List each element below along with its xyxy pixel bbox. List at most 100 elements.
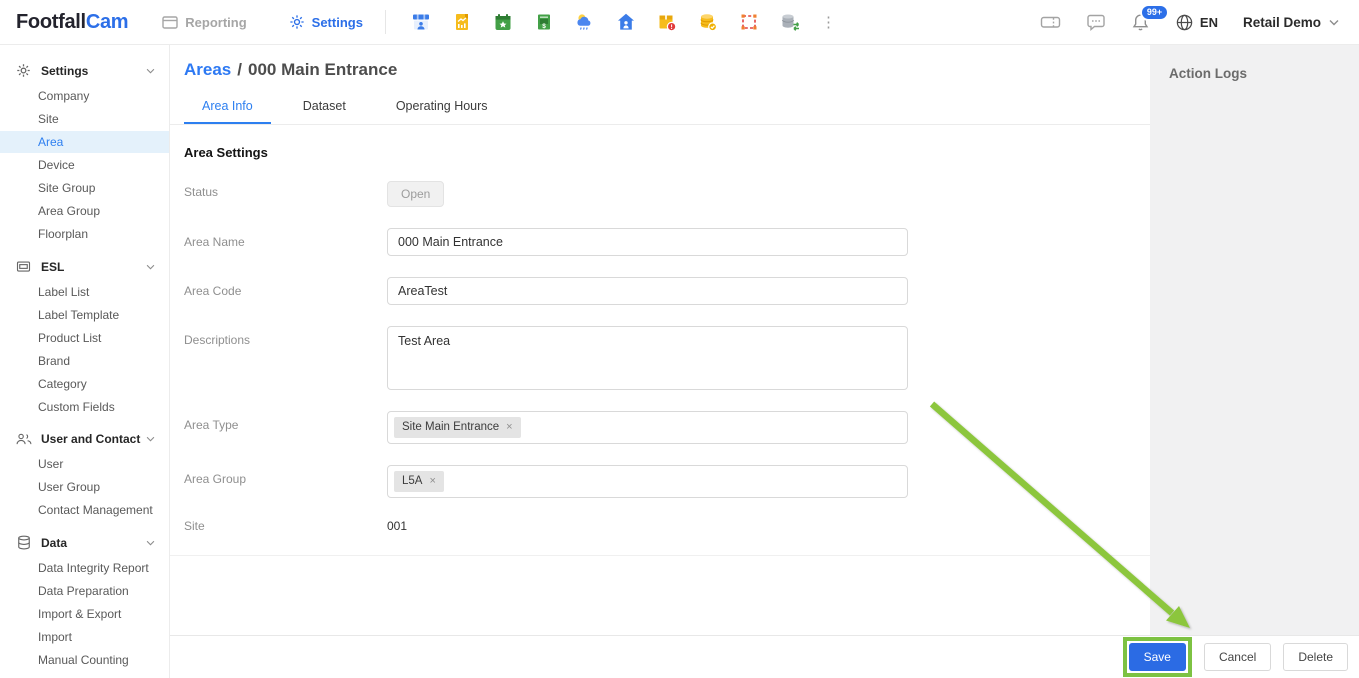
sidebar-item-site[interactable]: Site (0, 108, 169, 130)
sidebar-item-label-list[interactable]: Label List (0, 281, 169, 303)
events-calendar-icon[interactable] (493, 12, 513, 32)
language-label: EN (1200, 15, 1218, 30)
footer-bar: Save Cancel Delete (170, 635, 1359, 678)
area-group-input[interactable]: L5A × (387, 465, 908, 498)
stock-alert-icon[interactable] (657, 12, 677, 32)
app-icons-row: $ (411, 12, 800, 32)
sidebar-item-brand[interactable]: Brand (0, 350, 169, 372)
chat-icon[interactable] (1086, 13, 1106, 32)
sidebar-item-product-list[interactable]: Product List (0, 327, 169, 349)
gear-icon (289, 14, 305, 30)
chevron-down-icon (1329, 19, 1339, 26)
weather-icon[interactable] (575, 12, 595, 32)
sidebar-section-label: User and Contact (41, 432, 140, 446)
data-sync-icon[interactable] (780, 12, 800, 32)
chevron-down-icon (146, 264, 155, 270)
footfallcam-logo[interactable]: FootfallCam (16, 11, 128, 34)
descriptions-textarea[interactable]: Test Area (387, 326, 908, 390)
sidebar-section-esl[interactable]: ESL (0, 253, 169, 280)
sidebar-section-label: ESL (41, 260, 64, 274)
ticket-icon[interactable] (1040, 13, 1061, 31)
area-type-row: Area Type Site Main Entrance × (184, 411, 1150, 444)
save-highlight-box: Save (1123, 637, 1192, 677)
sales-report-icon[interactable] (452, 12, 472, 32)
sidebar-item-manual-counting[interactable]: Manual Counting (0, 649, 169, 671)
sidebar-item-import[interactable]: Import (0, 626, 169, 648)
sidebar-item-device[interactable]: Device (0, 154, 169, 176)
remove-chip-icon[interactable]: × (429, 475, 435, 487)
sidebar-item-site-group[interactable]: Site Group (0, 177, 169, 199)
notification-badge: 99+ (1140, 4, 1169, 21)
account-dropdown[interactable]: Retail Demo (1243, 15, 1339, 30)
delete-button[interactable]: Delete (1283, 643, 1348, 671)
database-icon (15, 535, 32, 550)
page-title: 000 Main Entrance (248, 60, 397, 79)
language-selector[interactable]: EN (1175, 13, 1218, 32)
data-quality-icon[interactable] (698, 12, 718, 32)
sidebar-item-label-template[interactable]: Label Template (0, 304, 169, 326)
sidebar-item-area[interactable]: Area (0, 131, 169, 153)
area-name-label: Area Name (184, 228, 387, 249)
topbar-right: 99+ EN Retail Demo (1040, 12, 1343, 32)
save-button[interactable]: Save (1129, 643, 1186, 671)
tab-bar: Area Info Dataset Operating Hours (170, 91, 1150, 125)
site-value: 001 (387, 519, 407, 533)
area-settings-form: Area Settings Status Open Area Name Area… (170, 125, 1150, 533)
window-icon (162, 15, 178, 30)
sidebar-item-import-export[interactable]: Import & Export (0, 603, 169, 625)
area-editor-icon[interactable] (739, 12, 759, 32)
sidebar-item-custom-fields[interactable]: Custom Fields (0, 396, 169, 418)
status-button[interactable]: Open (387, 181, 444, 207)
sidebar-item-area-group[interactable]: Area Group (0, 200, 169, 222)
logo-part1: Footfall (16, 11, 86, 33)
cancel-button[interactable]: Cancel (1204, 643, 1271, 671)
topbar-divider (385, 10, 386, 34)
tab-operating-hours[interactable]: Operating Hours (378, 91, 506, 124)
tab-dataset[interactable]: Dataset (285, 91, 364, 124)
area-name-row: Area Name (184, 228, 1150, 256)
sidebar-item-user-group[interactable]: User Group (0, 476, 169, 498)
remove-chip-icon[interactable]: × (506, 421, 512, 433)
more-apps-icon[interactable]: ⋮ (821, 15, 836, 30)
nav-settings[interactable]: Settings (289, 14, 363, 30)
sidebar-section-settings[interactable]: Settings (0, 57, 169, 84)
nav-reporting[interactable]: Reporting (162, 15, 246, 30)
area-group-label: Area Group (184, 465, 387, 486)
page: FootfallCam Reporting Settings (0, 0, 1359, 678)
action-logs-title: Action Logs (1169, 66, 1359, 81)
sidebar-section-label: Settings (41, 64, 88, 78)
logo-part2: Cam (86, 11, 128, 33)
main-content: Areas / 000 Main Entrance Area Info Datase… (170, 45, 1150, 635)
form-heading: Area Settings (184, 145, 1150, 160)
notifications-bell[interactable]: 99+ (1131, 12, 1150, 32)
sidebar-item-company[interactable]: Company (0, 85, 169, 107)
sidebar-item-data-preparation[interactable]: Data Preparation (0, 580, 169, 602)
store-icon[interactable] (411, 12, 431, 32)
descriptions-row: Descriptions Test Area (184, 326, 1150, 390)
area-group-row: Area Group L5A × (184, 465, 1150, 498)
chevron-down-icon (146, 68, 155, 74)
sidebar-item-floorplan[interactable]: Floorplan (0, 223, 169, 245)
area-code-row: Area Code (184, 277, 1150, 305)
site-row: Site 001 (184, 519, 1150, 533)
sidebar-item-user[interactable]: User (0, 453, 169, 475)
breadcrumb: Areas / 000 Main Entrance (170, 45, 1150, 80)
tab-area-info[interactable]: Area Info (184, 91, 271, 124)
account-name: Retail Demo (1243, 15, 1321, 30)
breadcrumb-separator: / (237, 60, 242, 79)
sidebar-item-category[interactable]: Category (0, 373, 169, 395)
sidebar-section-label: Data (41, 536, 67, 550)
sidebar-item-contact-management[interactable]: Contact Management (0, 499, 169, 521)
area-code-input[interactable] (387, 277, 908, 305)
receipt-icon[interactable]: $ (534, 12, 554, 32)
sidebar-section-data[interactable]: Data (0, 529, 169, 556)
sidebar-section-user-contact[interactable]: User and Contact (0, 426, 169, 452)
chevron-down-icon (146, 436, 155, 442)
area-name-input[interactable] (387, 228, 908, 256)
sidebar-item-data-integrity-report[interactable]: Data Integrity Report (0, 557, 169, 579)
action-logs-panel: Action Logs (1150, 45, 1359, 635)
area-type-input[interactable]: Site Main Entrance × (387, 411, 908, 444)
users-icon (15, 432, 32, 446)
home-occupancy-icon[interactable] (616, 12, 636, 32)
breadcrumb-areas-link[interactable]: Areas (184, 60, 231, 79)
